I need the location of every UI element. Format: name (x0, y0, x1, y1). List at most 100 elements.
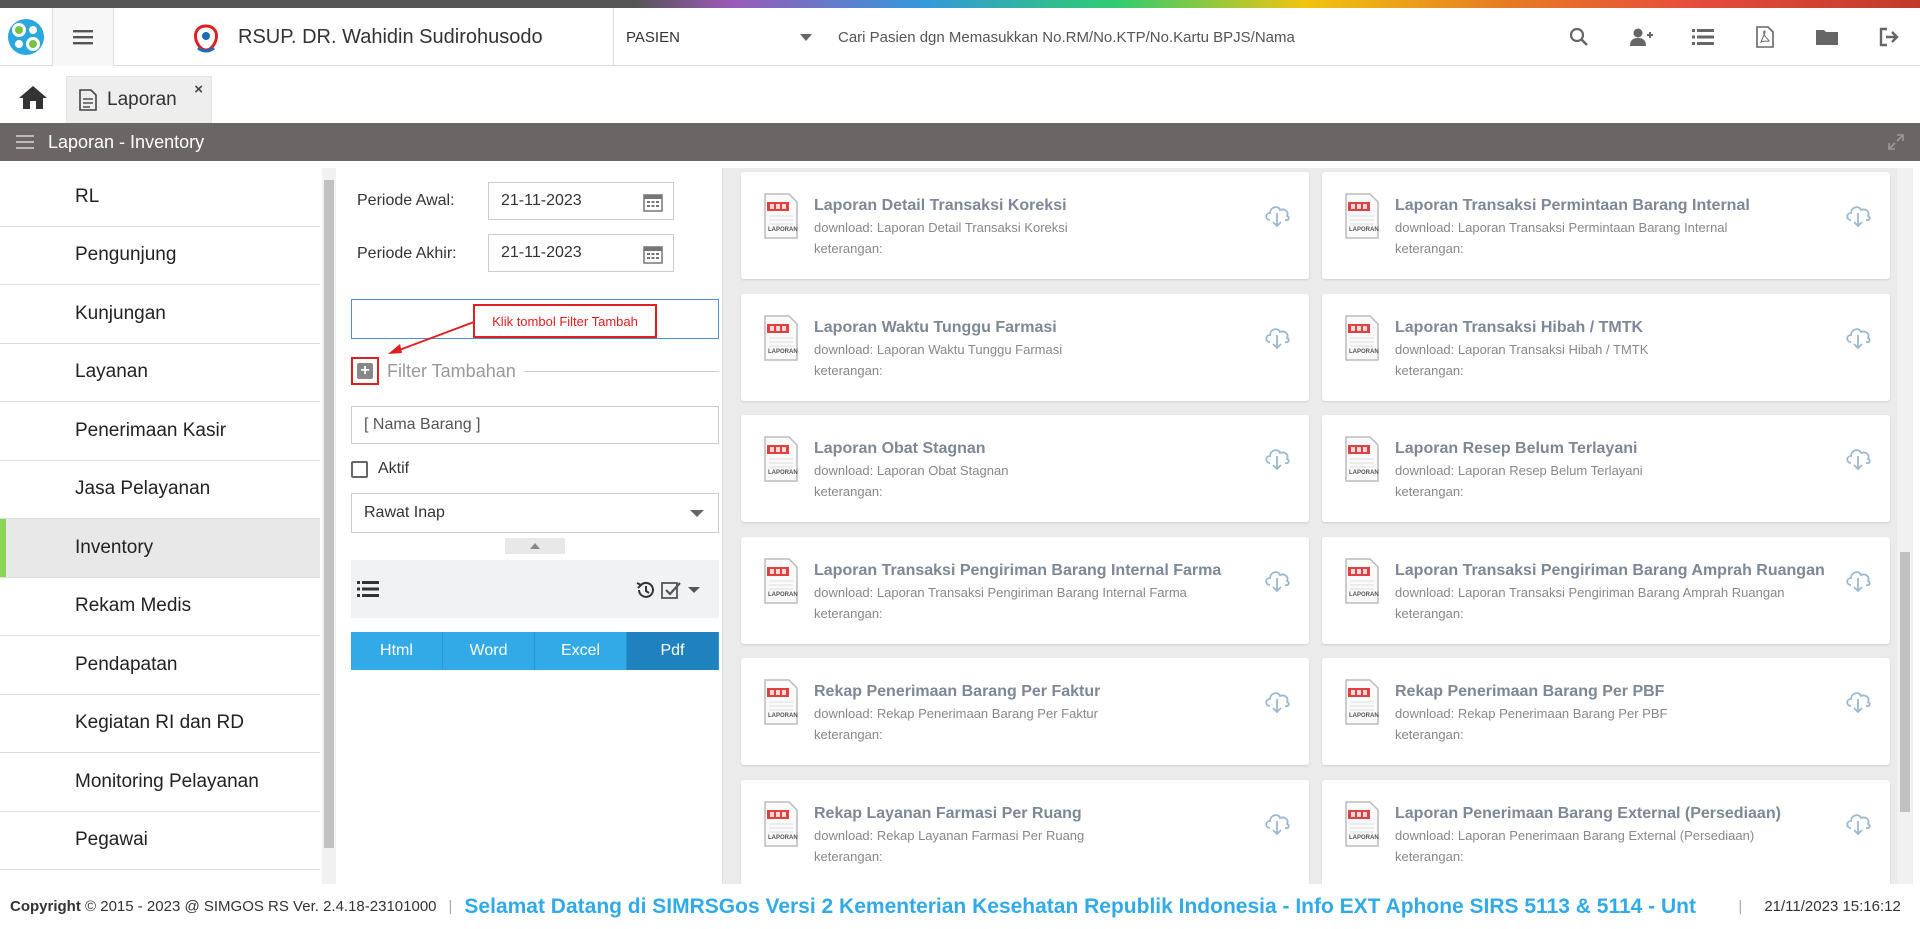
menu-button[interactable] (52, 8, 114, 66)
report-download-text: download: Laporan Transaksi Permintaan B… (1395, 220, 1728, 235)
report-card[interactable]: LAPORAN Laporan Transaksi Hibah / TMTK dow… (1322, 293, 1890, 401)
sidebar-item-jasa-pelayanan[interactable]: Jasa Pelayanan (0, 461, 320, 519)
sidebar-item-inventory[interactable]: Inventory (0, 519, 320, 578)
pdf-label: LAPORAN (1349, 713, 1379, 719)
datetime: 21/11/2023 15:16:12 (1764, 898, 1901, 915)
report-card[interactable]: LAPORAN Laporan Penerimaan Barang Externa… (1322, 779, 1890, 884)
sidebar-item-kegiatan-ri-rd[interactable]: Kegiatan RI dan RD (0, 695, 320, 753)
pdf-label: LAPORAN (1349, 834, 1379, 841)
sidebar-item-penerimaan-kasir[interactable]: Penerimaan Kasir (0, 402, 320, 461)
report-card[interactable]: LAPORAN Laporan Waktu Tunggu Farmasi downl… (741, 293, 1309, 401)
folder-button[interactable] (1796, 8, 1858, 66)
panel-titlebar: Laporan - Inventory (0, 123, 1920, 161)
cloud-download-icon[interactable] (1263, 688, 1291, 719)
divider: | (1738, 898, 1743, 915)
report-card[interactable]: LAPORAN Rekap Penerimaan Barang Per PBF do… (1322, 658, 1890, 765)
periode-awal-input[interactable]: 21-11-2023 (488, 182, 674, 220)
cloud-download-icon[interactable] (1844, 567, 1872, 598)
report-title[interactable]: Laporan Transaksi Pengiriman Barang Ampr… (1395, 562, 1825, 580)
tab-laporan[interactable]: Laporan × (66, 76, 212, 123)
cloud-download-icon[interactable] (1263, 567, 1291, 598)
add-user-button[interactable] (1610, 8, 1672, 66)
filter-tambahan-label: Filter Tambahan (387, 360, 516, 381)
close-icon[interactable]: × (194, 81, 203, 98)
report-card[interactable]: LAPORAN Laporan Transaksi Pengiriman Bara… (1322, 536, 1890, 644)
cloud-download-icon[interactable] (1263, 445, 1291, 476)
logout-button[interactable] (1858, 8, 1920, 66)
report-title[interactable]: Laporan Penerimaan Barang External (Pers… (1395, 805, 1781, 823)
sidebar-item-layanan[interactable]: Layanan (0, 344, 320, 402)
patient-search-input[interactable]: Cari Pasien dgn Memasukkan No.RM/No.KTP/… (838, 8, 1538, 66)
report-card[interactable]: LAPORAN Rekap Layanan Farmasi Per Ruang do… (741, 779, 1309, 884)
search-button[interactable] (1548, 8, 1610, 66)
patient-mode-select[interactable]: PASIEN (614, 8, 824, 66)
report-card[interactable]: LAPORAN Laporan Transaksi Permintaan Bara… (1322, 172, 1890, 279)
cloud-download-icon[interactable] (1844, 445, 1872, 476)
aktif-checkbox-row[interactable]: Aktif (351, 460, 409, 478)
hospital-name: RSUP. DR. Wahidin Sudirohusodo (238, 25, 543, 48)
sidebar-item-label: Pendapatan (75, 653, 178, 675)
report-title[interactable]: Laporan Detail Transaksi Koreksi (814, 197, 1067, 215)
report-title[interactable]: Rekap Penerimaan Barang Per Faktur (814, 683, 1100, 701)
list-button[interactable] (1672, 8, 1734, 66)
marquee-text: Selamat Datang di SIMRSGos Versi 2 Kemen… (464, 894, 1696, 918)
report-title[interactable]: Laporan Transaksi Pengiriman Barang Inte… (814, 562, 1221, 580)
pdf-label: LAPORAN (768, 227, 798, 233)
cloud-download-icon[interactable] (1263, 810, 1291, 841)
sidebar-item-rekam-medis[interactable]: Rekam Medis (0, 578, 320, 636)
cloud-download-icon[interactable] (1263, 202, 1291, 233)
report-card[interactable]: LAPORAN Laporan Resep Belum Terlayani down… (1322, 415, 1890, 522)
filter-tambah-button[interactable]: + (351, 357, 379, 385)
format-word-button[interactable]: Word (443, 632, 535, 670)
folder-icon (1816, 30, 1838, 45)
app-logo[interactable] (0, 8, 52, 66)
panel-title: Laporan - Inventory (48, 131, 205, 152)
report-title[interactable]: Rekap Penerimaan Barang Per PBF (1395, 683, 1664, 701)
sidebar-item-kunjungan[interactable]: Kunjungan (0, 285, 320, 344)
calendar-icon (643, 194, 663, 212)
report-keterangan: keterangan: (1395, 484, 1464, 499)
cloud-download-icon[interactable] (1844, 688, 1872, 719)
sidebar-item-rl[interactable]: RL (0, 168, 320, 227)
filter-panel: Periode Awal: 21-11-2023 Periode Akhir: … (337, 168, 723, 884)
sidebar-item-pengunjung[interactable]: Pengunjung (0, 227, 320, 285)
cloud-download-icon[interactable] (1844, 202, 1872, 233)
collapse-button[interactable] (505, 538, 565, 554)
pdf-button[interactable] (1734, 8, 1796, 66)
report-title[interactable]: Laporan Transaksi Hibah / TMTK (1395, 319, 1643, 337)
report-title[interactable]: Laporan Obat Stagnan (814, 440, 986, 458)
sidebar-item-monitoring-pelayanan[interactable]: Monitoring Pelayanan (0, 753, 320, 812)
cloud-download-icon[interactable] (1844, 324, 1872, 355)
report-card[interactable]: LAPORAN Laporan Detail Transaksi Koreksi d… (741, 172, 1309, 279)
logout-icon (1879, 27, 1899, 47)
sidebar-item-pendapatan[interactable]: Pendapatan (0, 636, 320, 695)
report-title[interactable]: Laporan Waktu Tunggu Farmasi (814, 319, 1057, 337)
nama-barang-input[interactable]: [ Nama Barang ] (351, 406, 719, 444)
report-card[interactable]: LAPORAN Laporan Transaksi Pengiriman Bara… (741, 536, 1309, 644)
callout-arrow (388, 321, 475, 354)
periode-akhir-input[interactable]: 21-11-2023 (488, 234, 674, 272)
aktif-checkbox[interactable] (351, 460, 368, 478)
format-excel-button[interactable]: Excel (535, 632, 627, 670)
rawat-select[interactable]: Rawat Inap (351, 493, 719, 533)
report-card[interactable]: LAPORAN Laporan Obat Stagnan download: Lap… (741, 415, 1309, 522)
report-title[interactable]: Laporan Transaksi Permintaan Barang Inte… (1395, 197, 1750, 215)
cloud-download-icon[interactable] (1844, 810, 1872, 841)
calendar-icon (643, 246, 663, 264)
report-title[interactable]: Laporan Resep Belum Terlayani (1395, 440, 1637, 458)
scrollbar-thumb[interactable] (324, 180, 334, 848)
report-title[interactable]: Rekap Layanan Farmasi Per Ruang (814, 805, 1082, 823)
cloud-download-icon[interactable] (1263, 324, 1291, 355)
home-button[interactable] (18, 84, 48, 115)
format-pdf-button[interactable]: Pdf (627, 632, 719, 670)
scrollbar-thumb[interactable] (1900, 552, 1910, 812)
report-card[interactable]: LAPORAN Rekap Penerimaan Barang Per Faktu… (741, 658, 1309, 765)
sidebar-item-pegawai[interactable]: Pegawai (0, 812, 320, 870)
report-keterangan: keterangan: (814, 848, 883, 864)
content-scrollbar[interactable] (1897, 168, 1913, 884)
sidebar-item-label: Inventory (75, 536, 154, 558)
divider: | (448, 898, 453, 915)
format-html-button[interactable]: Html (351, 632, 443, 670)
aktif-label: Aktif (378, 460, 410, 477)
sidebar-scrollbar[interactable] (322, 168, 336, 884)
